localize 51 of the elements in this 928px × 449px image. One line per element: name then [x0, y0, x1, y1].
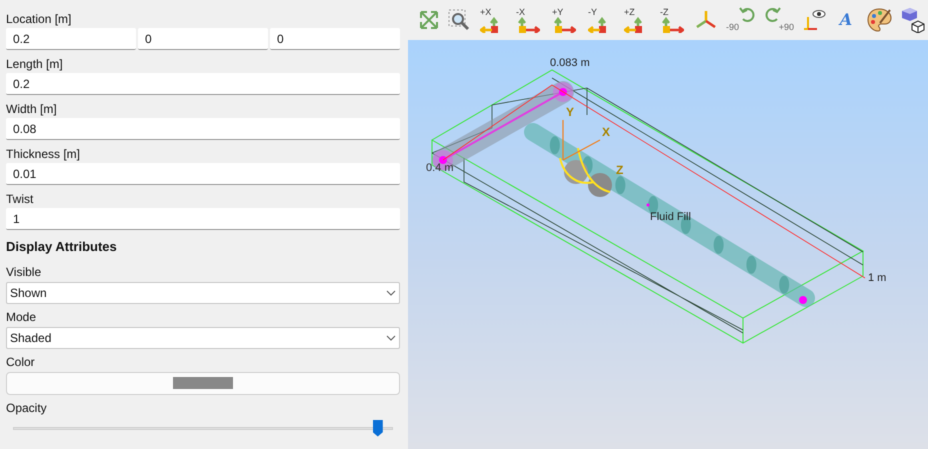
- view-axis-button[interactable]: +Y: [550, 7, 578, 33]
- field-label: Opacity: [6, 400, 48, 414]
- axis-label: Y: [566, 105, 574, 119]
- input-field[interactable]: 0.08: [6, 118, 400, 140]
- input-field[interactable]: 0.01: [6, 163, 400, 185]
- text-style-button[interactable]: A: [834, 8, 858, 32]
- dimension-label: 1 m: [868, 272, 886, 284]
- dimension-label: 0.083 m: [550, 57, 590, 69]
- axes-icon[interactable]: [694, 9, 718, 31]
- field-label: Visible: [6, 264, 42, 278]
- expand-arrows-icon[interactable]: [418, 9, 440, 31]
- input-field[interactable]: 1: [6, 208, 400, 230]
- chevron-down-icon: [386, 334, 396, 340]
- dimension-label: 0.4 m: [426, 162, 454, 174]
- cube-icon[interactable]: [900, 7, 926, 33]
- rotate-button[interactable]: -90: [726, 6, 756, 34]
- section-title: Display Attributes: [6, 238, 118, 256]
- field-label: Color: [6, 354, 36, 368]
- field-label: Mode: [6, 310, 38, 324]
- field-label: Location [m]: [6, 12, 72, 26]
- rotate-right-icon: [764, 6, 782, 22]
- chevron-down-icon: [386, 290, 396, 296]
- slider-thumb[interactable]: [372, 420, 383, 436]
- dropdown[interactable]: Shaded: [6, 326, 400, 348]
- axis-label: Z: [616, 163, 624, 177]
- axis-arrows-icon: [516, 17, 540, 33]
- rotate-button[interactable]: +90: [764, 6, 794, 34]
- input-field[interactable]: 0: [138, 28, 268, 50]
- view-axis-button[interactable]: -X: [514, 7, 542, 33]
- object-label: Fluid Fill: [650, 211, 691, 223]
- zoom-box-icon[interactable]: [448, 9, 470, 31]
- axis-arrows-icon: [660, 17, 684, 33]
- color-button[interactable]: [6, 372, 400, 394]
- view-axis-button[interactable]: +X: [478, 7, 506, 33]
- rotate-left-icon: [738, 6, 756, 22]
- field-label: Thickness [m]: [6, 147, 82, 161]
- axis-label: X: [602, 125, 610, 139]
- field-label: Twist: [6, 192, 34, 206]
- palette-icon[interactable]: [866, 7, 892, 33]
- view-axis-button[interactable]: -Y: [586, 7, 614, 33]
- field-label: Width [m]: [6, 102, 58, 116]
- view-axis-button[interactable]: -Z: [658, 7, 686, 33]
- input-field[interactable]: 0: [270, 28, 400, 50]
- view-axis-button[interactable]: +Z: [622, 7, 650, 33]
- dropdown[interactable]: Shown: [6, 282, 400, 304]
- eye-axes-icon[interactable]: [802, 9, 826, 31]
- axis-arrows-icon: [552, 17, 576, 33]
- input-field[interactable]: 0.2: [6, 73, 400, 95]
- input-field[interactable]: 0.2: [6, 28, 136, 50]
- 3d-viewport[interactable]: 0.083 m 0.4 m 1 m Y X Z Fluid Fill: [408, 40, 928, 449]
- field-label: Length [m]: [6, 57, 64, 71]
